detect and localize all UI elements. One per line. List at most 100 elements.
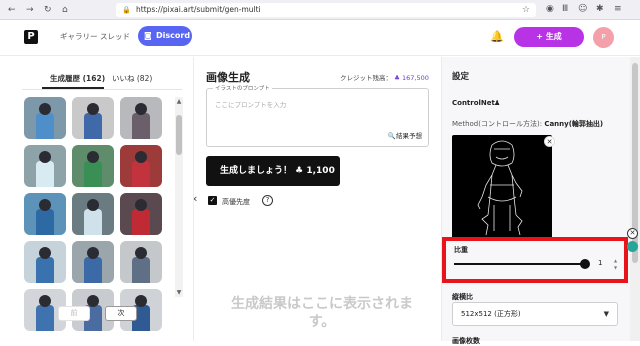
person-icon: ♟ <box>494 99 501 107</box>
weight-label: 比重 <box>454 246 468 254</box>
close-icon[interactable]: ✕ <box>627 228 638 239</box>
predict-button[interactable]: 🔍結果予想 <box>388 130 422 140</box>
history-thumbnail[interactable] <box>72 193 114 235</box>
thumbnail-figure-body <box>84 161 102 187</box>
reload-icon[interactable]: ↻ <box>44 4 52 16</box>
tab-likes[interactable]: いいね (82) <box>112 73 152 84</box>
discord-label: Discord <box>156 31 191 40</box>
run-label: 生成しましょう！ <box>220 166 293 176</box>
site-header: P ギャラリー スレッド ◙ Discord 🔔 + 生成 P <box>0 20 640 56</box>
thumbnail-figure-head <box>39 151 51 163</box>
credit-icon: ♣ <box>394 74 402 82</box>
thumbnail-figure-body <box>132 209 150 235</box>
thumbnail-figure-head <box>87 103 99 115</box>
thumbnail-figure-head <box>135 199 147 211</box>
priority-checkbox[interactable]: ✓ <box>208 196 217 205</box>
thumbnail-figure-head <box>39 103 51 115</box>
address-bar[interactable]: 🔒 https://pixai.art/submit/gen-multi ☆ <box>116 3 536 17</box>
image-count-label: 画像枚数 <box>452 337 480 345</box>
history-panel: 生成履歴 (162) いいね (82) ▲ ▼ 前 次 <box>0 57 194 341</box>
history-scrollbar[interactable]: ▲ ▼ <box>175 97 183 297</box>
thumbnail-figure-head <box>135 295 147 307</box>
nav-thread[interactable]: スレッド <box>100 31 130 42</box>
thumbnail-figure-head <box>87 199 99 211</box>
discord-button[interactable]: ◙ Discord <box>138 26 192 46</box>
history-thumbnail[interactable] <box>24 193 66 235</box>
controlnet-title: ControlNet <box>452 99 495 107</box>
page-scrollbar[interactable] <box>630 57 640 341</box>
extension-icon[interactable]: ✱ <box>596 4 604 14</box>
aspect-label: 縦横比 <box>452 293 473 301</box>
method-label: Method(コントロール方法): <box>452 120 543 128</box>
thumbnail-figure-body <box>36 113 54 139</box>
history-thumbnail[interactable] <box>72 145 114 187</box>
weight-value[interactable]: 1 <box>598 259 602 267</box>
thumbnail-figure-body <box>132 161 150 187</box>
pocket-icon[interactable]: ◉ <box>546 4 554 14</box>
thumbnail-figure-head <box>87 151 99 163</box>
collapse-panel-icon[interactable]: ‹ <box>193 192 197 205</box>
help-icon[interactable]: ? <box>262 195 273 206</box>
scroll-up-icon[interactable]: ▲ <box>175 98 183 105</box>
back-icon[interactable]: ← <box>8 4 16 16</box>
history-thumbnail[interactable] <box>120 97 162 139</box>
nav-gallery[interactable]: ギャラリー <box>60 31 98 42</box>
history-thumbnail[interactable] <box>120 145 162 187</box>
history-thumbnail[interactable] <box>120 241 162 283</box>
prev-page-button[interactable]: 前 <box>58 306 90 321</box>
weight-slider-track[interactable] <box>454 263 584 265</box>
aspect-select[interactable]: 512x512 (正方形) ▼ <box>452 302 618 326</box>
chevron-down-icon: ▼ <box>603 310 609 318</box>
history-thumbnail[interactable] <box>24 241 66 283</box>
bookmark-star-icon[interactable]: ☆ <box>522 3 530 17</box>
avatar[interactable]: P <box>593 27 614 48</box>
extension-badge-icon[interactable] <box>627 241 638 252</box>
thumbnail-figure-body <box>36 209 54 235</box>
line-art-figure <box>477 140 523 236</box>
pixai-logo[interactable]: P <box>24 30 38 44</box>
forward-icon[interactable]: → <box>26 4 34 16</box>
prompt-label: イラストのプロンプト <box>213 84 272 92</box>
method-value: Canny(輪郭抽出) <box>544 120 604 128</box>
tab-history[interactable]: 生成履歴 (162) <box>50 73 105 84</box>
thumbnail-figure-head <box>87 295 99 307</box>
prompt-input[interactable]: イラストのプロンプト ここにプロンプトを入力 🔍結果予想 <box>206 84 429 147</box>
thumbnail-figure-body <box>36 305 54 331</box>
scroll-thumb[interactable] <box>176 115 182 155</box>
weight-slider-knob[interactable] <box>580 259 590 269</box>
history-thumbnail[interactable] <box>24 97 66 139</box>
account-icon[interactable]: ☺ <box>578 4 587 14</box>
prompt-placeholder: ここにプロンプトを入力 <box>215 101 287 109</box>
priority-label: 高優先度 <box>222 198 250 206</box>
generation-panel: 画像生成 クレジット残高： ♣ 167,500 イラストのプロンプト ここにプロ… <box>206 57 438 341</box>
generate-button[interactable]: + 生成 <box>514 27 584 47</box>
history-thumbnail[interactable] <box>72 241 114 283</box>
scroll-down-icon[interactable]: ▼ <box>175 289 183 296</box>
thumbnail-figure-body <box>84 113 102 139</box>
library-icon[interactable]: Ⅲ <box>562 4 568 14</box>
history-thumbnail[interactable] <box>72 97 114 139</box>
thumbnail-figure-head <box>39 247 51 259</box>
chevron-down-icon[interactable]: ▼ <box>612 264 619 271</box>
bell-icon[interactable]: 🔔 <box>490 30 504 43</box>
menu-icon[interactable]: ≡ <box>614 4 622 14</box>
close-icon[interactable]: ✕ <box>544 136 555 147</box>
browser-toolbar: ← → ↻ ⌂ 🔒 https://pixai.art/submit/gen-m… <box>0 0 640 20</box>
run-generate-button[interactable]: 生成しましょう！ ♣ 1,100 <box>206 156 340 186</box>
aspect-value: 512x512 (正方形) <box>461 310 521 318</box>
controlnet-image[interactable] <box>452 135 552 239</box>
page-title: 画像生成 <box>206 71 250 84</box>
next-page-button[interactable]: 次 <box>105 306 137 321</box>
home-icon[interactable]: ⌂ <box>62 4 68 16</box>
credit-balance: クレジット残高： ♣ 167,500 <box>340 72 429 82</box>
thumbnail-figure-head <box>87 247 99 259</box>
weight-stepper[interactable]: ▲ ▼ <box>612 257 619 271</box>
chevron-up-icon[interactable]: ▲ <box>612 257 619 264</box>
history-thumbnail[interactable] <box>24 145 66 187</box>
lock-icon: 🔒 <box>122 6 131 14</box>
search-icon: 🔍 <box>387 132 396 140</box>
weight-control: 比重 1 ▲ ▼ <box>442 237 628 283</box>
settings-title: 設定 <box>452 72 470 82</box>
credit-value: 167,500 <box>401 74 429 82</box>
history-thumbnail[interactable] <box>120 193 162 235</box>
